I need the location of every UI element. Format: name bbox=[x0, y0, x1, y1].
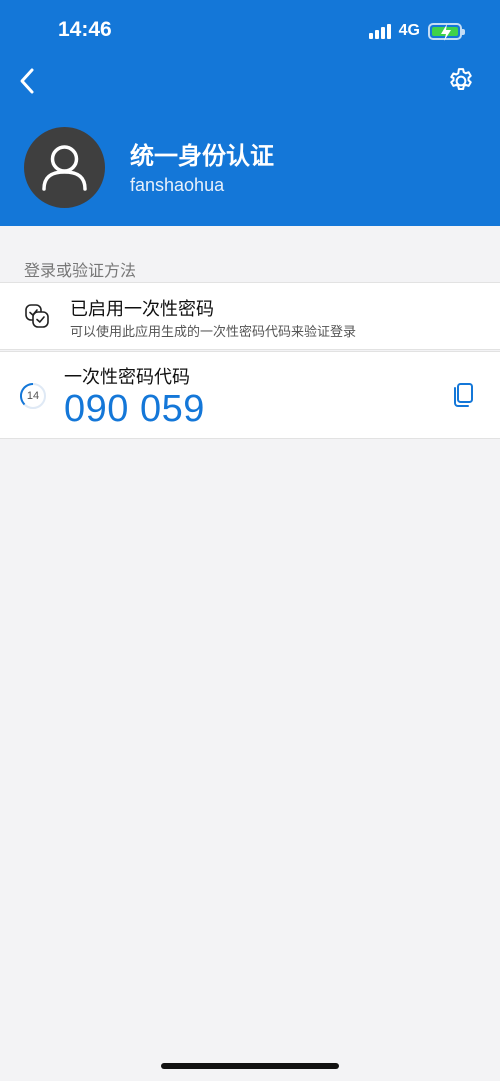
back-button[interactable] bbox=[10, 64, 44, 98]
battery-icon bbox=[428, 22, 465, 41]
copy-button[interactable] bbox=[452, 382, 474, 408]
app-header: 14:46 4G 统一身份认证 fanshaohua bbox=[0, 0, 500, 226]
gear-icon bbox=[450, 68, 472, 90]
network-type: 4G bbox=[398, 22, 420, 39]
status-indicators: 4G bbox=[368, 20, 465, 42]
section-title: 登录或验证方法 bbox=[24, 261, 137, 280]
signal-icon bbox=[368, 23, 391, 39]
account-username: fanshaohua bbox=[130, 175, 225, 195]
account-name: 统一身份认证 bbox=[130, 142, 274, 170]
status-time: 14:46 bbox=[58, 18, 112, 41]
chevron-left-icon bbox=[20, 68, 34, 94]
status-bar: 14:46 4G bbox=[0, 0, 500, 60]
timer-seconds: 14 bbox=[26, 390, 40, 402]
verification-method-row[interactable]: 已启用一次性密码 可以使用此应用生成的一次性密码代码来验证登录 bbox=[0, 282, 500, 350]
user-avatar-icon bbox=[24, 127, 105, 208]
method-title: 已启用一次性密码 bbox=[70, 299, 214, 320]
copy-icon bbox=[454, 383, 473, 407]
method-subtitle: 可以使用此应用生成的一次性密码代码来验证登录 bbox=[70, 325, 357, 340]
settings-button[interactable] bbox=[446, 66, 476, 96]
otp-row: 14 一次性密码代码 090 059 bbox=[0, 351, 500, 439]
verified-devices-icon bbox=[25, 304, 49, 328]
otp-code[interactable]: 090 059 bbox=[64, 388, 205, 431]
otp-label: 一次性密码代码 bbox=[64, 367, 190, 388]
home-indicator[interactable] bbox=[161, 1063, 339, 1069]
